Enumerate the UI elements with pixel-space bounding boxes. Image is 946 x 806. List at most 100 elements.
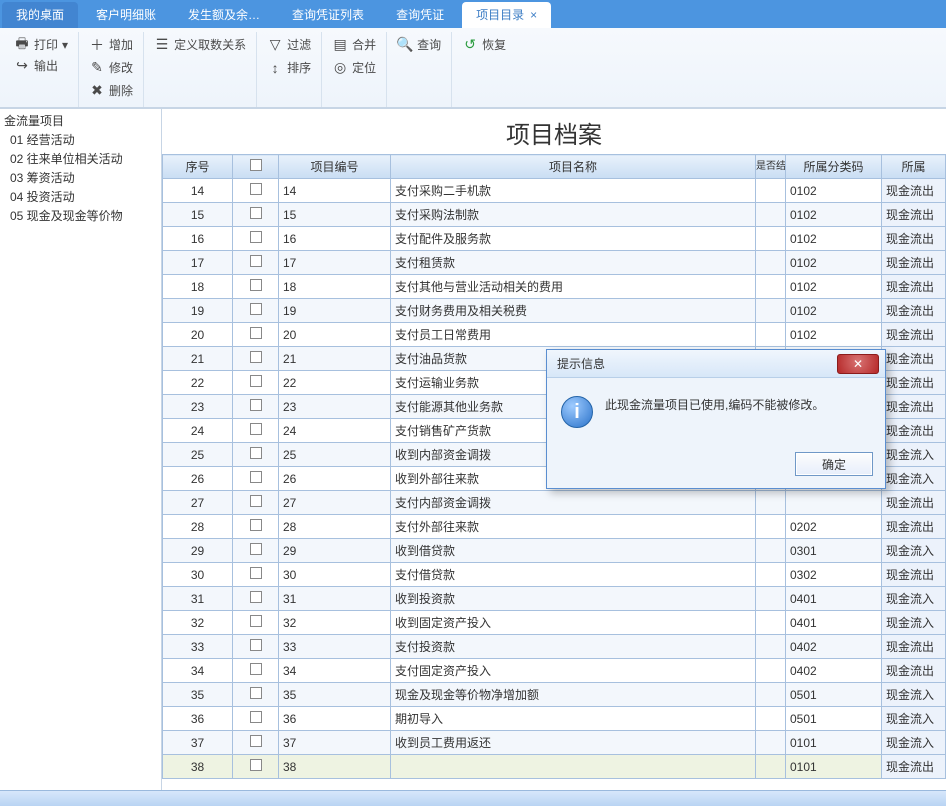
tree-root-node[interactable]: 金流量项目 (2, 111, 159, 130)
cell-settle (756, 299, 786, 323)
cell-seq: 18 (163, 275, 233, 299)
query-button[interactable]: 🔍 查询 (393, 34, 445, 55)
tree-node-1[interactable]: 02 往来单位相关活动 (2, 149, 159, 168)
header-checkbox[interactable] (250, 159, 262, 171)
table-row[interactable]: 2828支付外部往来款0202现金流出 (163, 515, 946, 539)
dialog-close-button[interactable]: ✕ (837, 354, 879, 374)
define-button[interactable]: ☰ 定义取数关系 (150, 34, 250, 55)
cell-checkbox[interactable] (233, 347, 279, 371)
cell-type: 现金流出 (882, 179, 946, 203)
cell-checkbox[interactable] (233, 203, 279, 227)
col-checkbox[interactable] (233, 155, 279, 179)
table-row[interactable]: 2727支付内部资金调拨现金流出 (163, 491, 946, 515)
cell-checkbox[interactable] (233, 179, 279, 203)
add-button[interactable]: ＋ 增加 (85, 34, 137, 55)
table-row[interactable]: 3636期初导入0501现金流入 (163, 707, 946, 731)
cell-checkbox[interactable] (233, 539, 279, 563)
tree-node-3[interactable]: 04 投资活动 (2, 187, 159, 206)
tab-2[interactable]: 发生额及余… (174, 2, 274, 28)
tab-0[interactable]: 我的桌面 (2, 2, 78, 28)
cell-type: 现金流出 (882, 755, 946, 779)
filter-button[interactable]: ▽ 过滤 (263, 34, 315, 55)
tree-node-2[interactable]: 03 筹资活动 (2, 168, 159, 187)
cell-class: 0302 (786, 563, 882, 587)
cell-checkbox[interactable] (233, 251, 279, 275)
cell-class: 0402 (786, 635, 882, 659)
dialog-ok-button[interactable]: 确定 (795, 452, 873, 476)
cell-settle (756, 323, 786, 347)
cell-checkbox[interactable] (233, 659, 279, 683)
table-row[interactable]: 3737收到员工费用返还0101现金流入 (163, 731, 946, 755)
cell-checkbox[interactable] (233, 227, 279, 251)
cell-checkbox[interactable] (233, 371, 279, 395)
cell-code: 24 (279, 419, 391, 443)
col-type[interactable]: 所属 (882, 155, 946, 179)
tab-1[interactable]: 客户明细账 (82, 2, 170, 28)
cell-class: 0102 (786, 227, 882, 251)
cell-class: 0102 (786, 251, 882, 275)
table-row[interactable]: 1717支付租赁款0102现金流出 (163, 251, 946, 275)
cell-code: 36 (279, 707, 391, 731)
cell-checkbox[interactable] (233, 323, 279, 347)
cell-seq: 27 (163, 491, 233, 515)
cell-type: 现金流入 (882, 707, 946, 731)
cell-checkbox[interactable] (233, 395, 279, 419)
col-settle[interactable]: 是否结算 (756, 155, 786, 179)
cell-checkbox[interactable] (233, 467, 279, 491)
cell-checkbox[interactable] (233, 419, 279, 443)
col-seq[interactable]: 序号 (163, 155, 233, 179)
table-row[interactable]: 2929收到借贷款0301现金流入 (163, 539, 946, 563)
col-name[interactable]: 项目名称 (391, 155, 756, 179)
table-row[interactable]: 1818支付其他与营业活动相关的费用0102现金流出 (163, 275, 946, 299)
cell-settle (756, 659, 786, 683)
table-row[interactable]: 1616支付配件及服务款0102现金流出 (163, 227, 946, 251)
cell-checkbox[interactable] (233, 683, 279, 707)
cell-checkbox[interactable] (233, 515, 279, 539)
delete-button[interactable]: ✖ 删除 (85, 80, 137, 101)
table-row[interactable]: 1919支付财务费用及相关税费0102现金流出 (163, 299, 946, 323)
cell-settle (756, 203, 786, 227)
cell-checkbox[interactable] (233, 587, 279, 611)
table-row[interactable]: 1515支付采购法制款0102现金流出 (163, 203, 946, 227)
table-row[interactable]: 1414支付采购二手机款0102现金流出 (163, 179, 946, 203)
cell-checkbox[interactable] (233, 635, 279, 659)
ok-label: 确定 (822, 456, 846, 473)
tree-node-4[interactable]: 05 现金及现金等价物 (2, 206, 159, 225)
cell-checkbox[interactable] (233, 611, 279, 635)
table-row[interactable]: 38380101现金流出 (163, 755, 946, 779)
cell-type: 现金流出 (882, 203, 946, 227)
cell-checkbox[interactable] (233, 275, 279, 299)
col-class[interactable]: 所属分类码 (786, 155, 882, 179)
restore-button[interactable]: ↺ 恢复 (458, 34, 510, 55)
tab-3[interactable]: 查询凭证列表 (278, 2, 378, 28)
table-row[interactable]: 3232收到固定资产投入0401现金流入 (163, 611, 946, 635)
col-code[interactable]: 项目编号 (279, 155, 391, 179)
cell-checkbox[interactable] (233, 563, 279, 587)
close-icon[interactable]: × (530, 8, 537, 22)
output-button[interactable]: ↪ 输出 (10, 55, 72, 76)
merge-button[interactable]: ▤ 合并 (328, 34, 380, 55)
table-row[interactable]: 3434支付固定资产投入0402现金流出 (163, 659, 946, 683)
modify-button[interactable]: ✎ 修改 (85, 57, 137, 78)
locate-label: 定位 (352, 59, 376, 76)
cell-checkbox[interactable] (233, 755, 279, 779)
cell-type: 现金流出 (882, 275, 946, 299)
sort-button[interactable]: ↕ 排序 (263, 57, 315, 78)
table-row[interactable]: 3333支付投资款0402现金流出 (163, 635, 946, 659)
cell-checkbox[interactable] (233, 443, 279, 467)
tab-4[interactable]: 查询凭证 (382, 2, 458, 28)
table-row[interactable]: 3535现金及现金等价物净增加额0501现金流入 (163, 683, 946, 707)
print-button[interactable]: 🖶 打印 ▾ (10, 34, 72, 55)
cell-checkbox[interactable] (233, 299, 279, 323)
sort-icon: ↕ (267, 60, 283, 76)
tree-node-0[interactable]: 01 经营活动 (2, 130, 159, 149)
locate-button[interactable]: ◎ 定位 (328, 57, 380, 78)
table-row[interactable]: 3030支付借贷款0302现金流出 (163, 563, 946, 587)
cell-checkbox[interactable] (233, 731, 279, 755)
table-row[interactable]: 2020支付员工日常费用0102现金流出 (163, 323, 946, 347)
cell-checkbox[interactable] (233, 707, 279, 731)
table-row[interactable]: 3131收到投资款0401现金流入 (163, 587, 946, 611)
restore-icon: ↺ (462, 37, 478, 53)
tab-5[interactable]: 项目目录× (462, 2, 551, 28)
cell-checkbox[interactable] (233, 491, 279, 515)
